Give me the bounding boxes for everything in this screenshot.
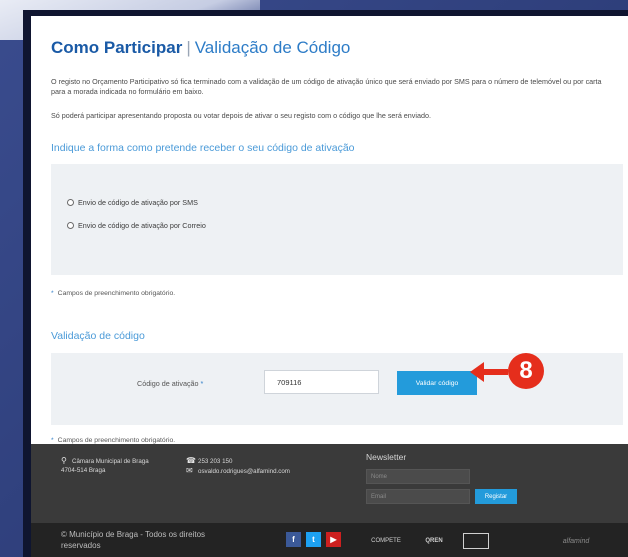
newsletter-name-input[interactable]: Nome [366,469,470,484]
email-icon: ✉ [186,466,193,475]
alfamind-logo: alfamind [562,537,590,545]
facebook-icon[interactable]: f [286,532,301,547]
page-title-main: Como Participar [51,38,183,57]
required-note-text-2: Campos de preenchimento obrigatório. [57,437,176,444]
footer-email[interactable]: osvaldo.rodrigues@alfamind.com [198,468,290,475]
required-note-text: Campos de preenchimento obrigatório. [57,290,176,297]
footer-phone: 253 203 150 [198,458,233,465]
newsletter-register-button[interactable]: Registar [475,489,517,504]
required-fields-note-2: * Campos de preenchimento obrigatório. [51,437,175,444]
newsletter-email-input[interactable]: Email [366,489,470,504]
intro-paragraph: O registo no Orçamento Participativo só … [51,77,602,96]
radio-label-mail: Envio de código de ativação por Correio [78,221,206,230]
required-fields-note: * Campos de preenchimento obrigatório. [51,290,175,297]
intro-paragraph-2: Só poderá participar apresentando propos… [51,111,431,120]
radio-option-sms[interactable]: Envio de código de ativação por SMS [67,198,198,207]
browser-screenshot-frame: Como Participar | Validação de Código O re… [23,10,628,557]
method-options-panel: Envio de código de ativação por SMS Envi… [51,164,623,275]
validation-section-heading: Validação de código [51,330,145,342]
youtube-icon[interactable]: ▶ [326,532,341,547]
step-number-badge: 8 [508,353,544,389]
radio-option-mail[interactable]: Envio de código de ativação por Correio [67,221,206,230]
footer-address-line2: 4704-514 Braga [61,467,106,474]
activation-code-input[interactable]: 709116 [264,370,379,394]
phone-icon: ☎ [186,456,196,465]
activation-code-label-text: Código de ativação [137,379,199,388]
required-marker: * [51,290,54,297]
page-title-separator: | [186,38,191,57]
site-footer: ⚲ Câmara Municipal de Braga 4704-514 Bra… [31,444,628,523]
qren-logo: QREN [425,538,443,544]
radio-label-sms: Envio de código de ativação por SMS [78,198,198,207]
validate-code-button[interactable]: Validar código [397,371,477,395]
required-marker-2: * [51,437,54,444]
compete-logo: COMPETE [371,538,401,544]
eu-logo [463,533,489,549]
page-title: Como Participar | Validação de Código [51,38,350,58]
annotation-arrow-icon [470,362,508,382]
newsletter-title: Newsletter [366,452,407,462]
activation-code-required-marker: * [200,379,204,388]
footer-bottom-bar: © Município de Braga - Todos os direitos… [31,523,628,557]
copyright-text: © Município de Braga - Todos os direitos… [61,530,206,550]
activation-code-label: Código de ativação * [137,379,203,388]
footer-address-line1: Câmara Municipal de Braga [72,458,149,465]
method-section-heading: Indique a forma como pretende receber o … [51,142,355,154]
radio-button-sms[interactable] [67,199,74,206]
twitter-icon[interactable]: t [306,532,321,547]
page-title-sub: Validação de Código [194,38,351,57]
radio-button-mail[interactable] [67,222,74,229]
location-pin-icon: ⚲ [61,456,67,465]
